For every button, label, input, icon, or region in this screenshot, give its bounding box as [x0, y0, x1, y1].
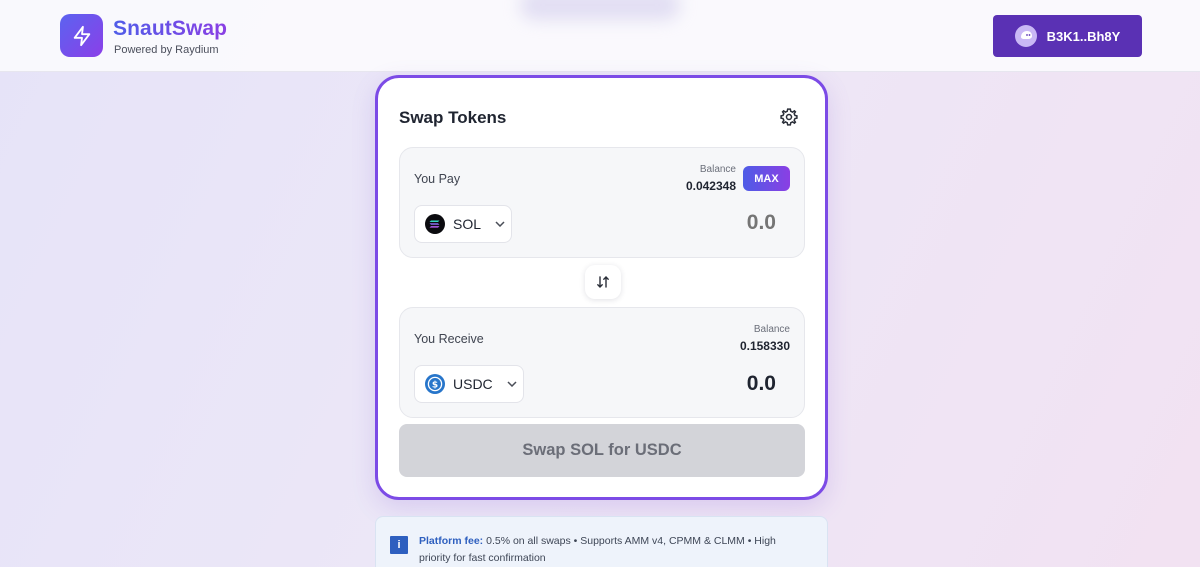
pay-label: You Pay — [414, 172, 461, 186]
usdc-icon: $ — [425, 374, 445, 394]
receive-balance-value: 0.158330 — [739, 339, 790, 353]
receive-balance-label: Balance — [753, 324, 790, 335]
chevron-down-icon — [507, 381, 517, 387]
platform-fee-label: Platform fee: — [419, 535, 484, 547]
pay-balance-label: Balance — [699, 164, 736, 175]
receive-panel: You Receive Balance 0.158330 $ USDC 0.0 — [399, 307, 805, 418]
logo[interactable] — [60, 14, 103, 57]
gear-icon[interactable] — [779, 107, 799, 127]
pay-amount-input[interactable] — [656, 211, 776, 235]
receive-label: You Receive — [414, 332, 484, 346]
decorative-blur — [520, 0, 680, 20]
platform-fee-text: Platform fee: 0.5% on all swaps • Suppor… — [419, 533, 799, 567]
wallet-button[interactable]: B3K1..Bh8Y — [993, 15, 1142, 57]
solana-icon — [425, 214, 445, 234]
switch-tokens-button[interactable] — [585, 265, 621, 299]
receive-amount: 0.0 — [746, 372, 776, 395]
pay-token-select[interactable]: SOL — [414, 205, 512, 243]
svg-text:$: $ — [432, 381, 438, 391]
receive-token-select[interactable]: $ USDC — [414, 365, 524, 403]
chevron-down-icon — [495, 221, 505, 227]
receive-token-symbol: USDC — [453, 376, 493, 392]
pay-panel: You Pay Balance 0.042348 MAX SOL — [399, 147, 805, 258]
lightning-icon — [73, 25, 90, 46]
wallet-address: B3K1..Bh8Y — [1046, 28, 1121, 44]
platform-fee-notice: i Platform fee: 0.5% on all swaps • Supp… — [375, 516, 828, 567]
card-title: Swap Tokens — [399, 108, 507, 127]
brand-title: SnautSwap — [113, 17, 228, 40]
swap-vertical-arrows-icon — [597, 276, 609, 288]
swap-button[interactable]: Swap SOL for USDC — [399, 424, 805, 477]
swap-card: Swap Tokens You Pay Balance 0.042348 MAX… — [375, 75, 828, 500]
app-header: SnautSwap Powered by Raydium B3K1..Bh8Y — [0, 0, 1200, 72]
pay-token-symbol: SOL — [453, 216, 482, 232]
pay-balance-value: 0.042348 — [685, 179, 736, 193]
brand-subtitle: Powered by Raydium — [114, 44, 219, 56]
max-button[interactable]: MAX — [743, 166, 790, 191]
info-icon: i — [390, 536, 408, 554]
phantom-ghost-icon — [1014, 25, 1037, 47]
